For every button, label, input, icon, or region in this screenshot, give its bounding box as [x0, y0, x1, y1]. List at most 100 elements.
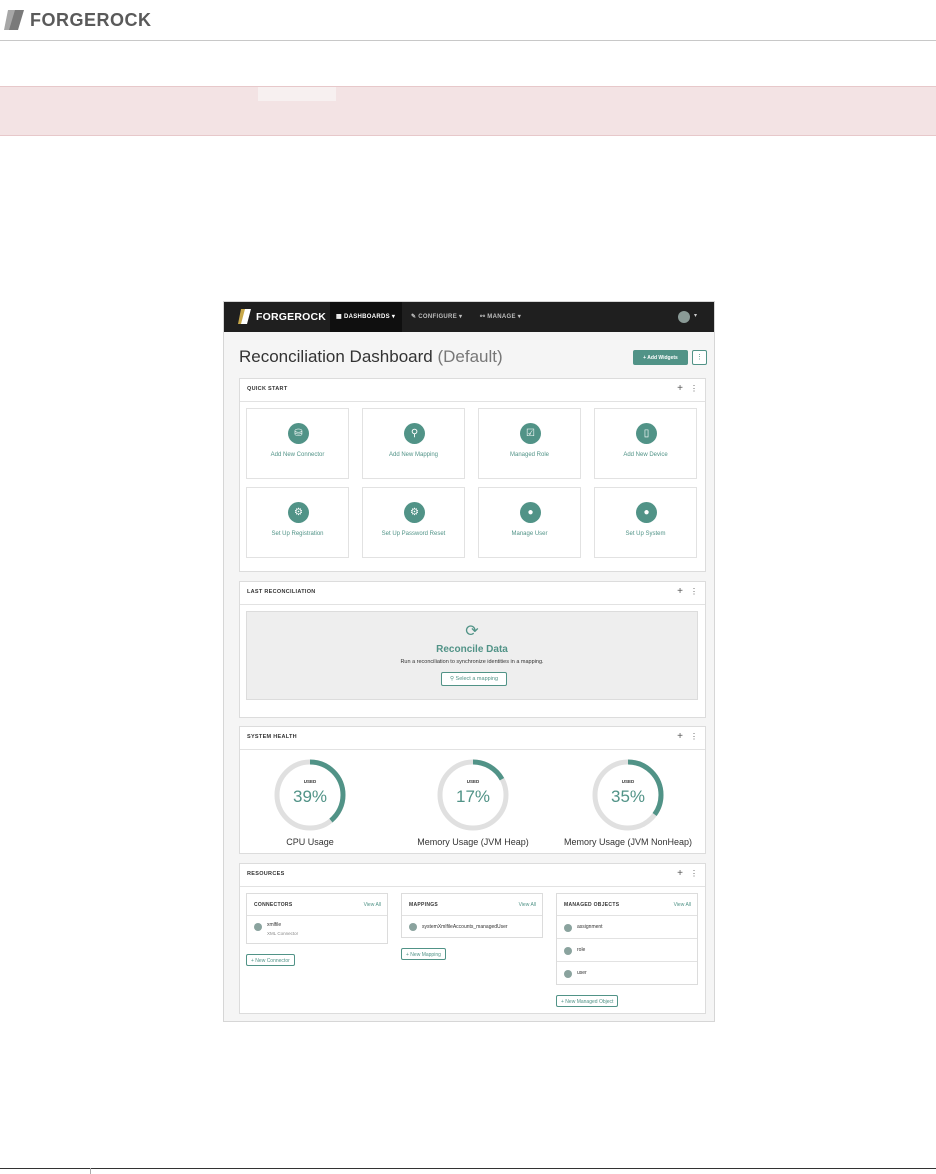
gauge-label: Memory Usage (JVM NonHeap) [563, 837, 693, 847]
object-icon [564, 924, 572, 932]
nav-tab-manage[interactable]: ⚯ MANAGE ▾ [474, 302, 530, 332]
quick-start-card[interactable]: ⚲ Add New Mapping [362, 408, 465, 479]
note-highlight [258, 87, 336, 101]
gauges-row: USED 39% CPU Usage USED 17% Memory Usage (JVM… [240, 749, 705, 855]
map-pin-icon [409, 923, 417, 931]
document-logo: FORGEROCK [4, 8, 152, 32]
list-item[interactable]: role [557, 938, 697, 961]
resources-panel: RESOURCES + ⋮ CONNECTORS View All xmlfil… [239, 863, 706, 1014]
panel-header: SYSTEM HEALTH + ⋮ [240, 727, 705, 750]
map-pin-icon: ⚲ [404, 423, 425, 444]
managed-object-name: role [577, 947, 586, 953]
gauge: USED 35% [588, 755, 668, 835]
panel-title: LAST RECONCILIATION [247, 589, 316, 595]
gauge-value: 39% [292, 787, 328, 806]
quick-start-label: Set Up Registration [271, 531, 324, 537]
quick-start-card[interactable]: ● Manage User [478, 487, 581, 558]
mappings-title: MAPPINGS [409, 902, 439, 908]
user-menu-caret-icon[interactable]: ▾ [694, 312, 697, 319]
top-navbar: FORGEROCK ▦ DASHBOARDS ▾ ✎ CONFIGURE ▾ ⚯… [224, 302, 714, 332]
document-logo-text: FORGEROCK [30, 9, 152, 30]
panel-header: RESOURCES + ⋮ [240, 864, 705, 887]
system-health-panel: SYSTEM HEALTH + ⋮ USED 39% CPU Usage USED 17… [239, 726, 706, 854]
quick-start-card[interactable]: ⚙ Set Up Password Reset [362, 487, 465, 558]
document-header: FORGEROCK [0, 0, 936, 41]
gauge-label: CPU Usage [286, 837, 334, 847]
panel-header: QUICK START + ⋮ [240, 379, 705, 402]
connectors-view-all-link[interactable]: View All [364, 902, 381, 908]
list-item[interactable]: systemXmlfileAccounts_managedUser [402, 915, 542, 938]
panel-title: SYSTEM HEALTH [247, 734, 297, 740]
list-item[interactable]: user [557, 961, 697, 985]
dashboard-options-button[interactable]: ⋮ [692, 350, 707, 365]
page-title-suffix: (Default) [437, 347, 503, 366]
list-item[interactable]: assignment [557, 915, 697, 938]
gauge-label: Memory Usage (JVM Heap) [417, 837, 529, 847]
gauge-used-label: USED [466, 779, 480, 784]
quick-start-label: Set Up System [625, 531, 666, 537]
new-connector-button[interactable]: + New Connector [246, 954, 295, 966]
refresh-icon: ⟳ [465, 623, 479, 640]
panel-title: QUICK START [247, 386, 288, 392]
connector-type: XML Connector [267, 931, 299, 936]
panel-menu-icon[interactable]: ⋮ [690, 732, 698, 742]
new-managed-object-button[interactable]: + New Managed Object [556, 995, 619, 1007]
dashboard-screenshot: FORGEROCK ▦ DASHBOARDS ▾ ✎ CONFIGURE ▾ ⚯… [223, 301, 715, 1022]
user-icon: ● [520, 502, 541, 523]
forgerock-logo-icon [238, 309, 251, 324]
reconcile-box: ⟳ Reconcile Data Run a reconciliation to… [246, 611, 698, 700]
navbar-logo[interactable]: FORGEROCK [238, 308, 326, 325]
gauge-value: 17% [455, 787, 491, 806]
document-footer-rule [0, 1168, 936, 1169]
select-mapping-button[interactable]: ⚲ Select a mapping [441, 672, 507, 686]
navbar-logo-text: FORGEROCK [256, 310, 327, 323]
list-item[interactable]: xmlfile XML Connector [247, 915, 387, 944]
mappings-view-all-link[interactable]: View All [519, 902, 536, 908]
managed-object-name: user [577, 970, 587, 976]
expand-icon[interactable]: + [677, 732, 683, 742]
quick-start-label: Manage User [511, 531, 548, 537]
dashboard-icon: ▦ [336, 314, 344, 320]
connector-name: xmlfile [267, 922, 282, 928]
new-mapping-button[interactable]: + New Mapping [401, 948, 446, 960]
quick-start-card[interactable]: ⚙ Set Up Registration [246, 487, 349, 558]
reconcile-heading: Reconcile Data [436, 644, 508, 655]
nav-tab-dashboards[interactable]: ▦ DASHBOARDS ▾ [330, 302, 402, 332]
gauge: USED 17% [433, 755, 513, 835]
quick-start-card[interactable]: ▯ Add New Device [594, 408, 697, 479]
gear-icon: ⚙ [404, 502, 425, 523]
connector-icon [254, 923, 262, 931]
gauge-used-label: USED [621, 779, 635, 784]
connectors-card: CONNECTORS View All xmlfile XML Connecto… [246, 893, 388, 944]
panel-header: LAST RECONCILIATION + ⋮ [240, 582, 705, 605]
quick-start-label: Add New Connector [270, 452, 325, 458]
quick-start-label: Add New Mapping [388, 452, 439, 458]
quick-start-panel: QUICK START + ⋮ ⛁ Add New Connector ⚲ Add N… [239, 378, 706, 572]
note-box [0, 86, 936, 136]
reconcile-description: Run a reconciliation to synchronize iden… [400, 659, 544, 665]
panel-menu-icon[interactable]: ⋮ [690, 384, 698, 394]
expand-icon[interactable]: + [677, 384, 683, 394]
expand-icon[interactable]: + [677, 869, 683, 879]
quick-start-card[interactable]: ☑ Managed Role [478, 408, 581, 479]
quick-start-card[interactable]: ⛁ Add New Connector [246, 408, 349, 479]
nav-tab-configure[interactable]: ✎ CONFIGURE ▾ [405, 302, 471, 332]
expand-icon[interactable]: + [677, 587, 683, 597]
page-title: Reconciliation Dashboard (Default) [239, 347, 503, 366]
tablet-icon: ▯ [636, 423, 657, 444]
mapping-name: systemXmlfileAccounts_managedUser [422, 924, 508, 930]
mappings-card: MAPPINGS View All systemXmlfileAccounts_… [401, 893, 543, 938]
managed-objects-view-all-link[interactable]: View All [674, 902, 691, 908]
panel-menu-icon[interactable]: ⋮ [690, 587, 698, 597]
forgerock-logo-icon [4, 10, 24, 30]
database-icon: ⛁ [288, 423, 309, 444]
managed-object-name: assignment [577, 924, 603, 930]
connectors-title: CONNECTORS [254, 902, 293, 908]
object-icon [564, 947, 572, 955]
object-icon [564, 970, 572, 978]
managed-objects-card: MANAGED OBJECTS View All assignment role… [556, 893, 698, 985]
panel-menu-icon[interactable]: ⋮ [690, 869, 698, 879]
add-widgets-button[interactable]: + Add Widgets [633, 350, 688, 365]
user-avatar[interactable] [678, 311, 690, 323]
quick-start-card[interactable]: ● Set Up System [594, 487, 697, 558]
